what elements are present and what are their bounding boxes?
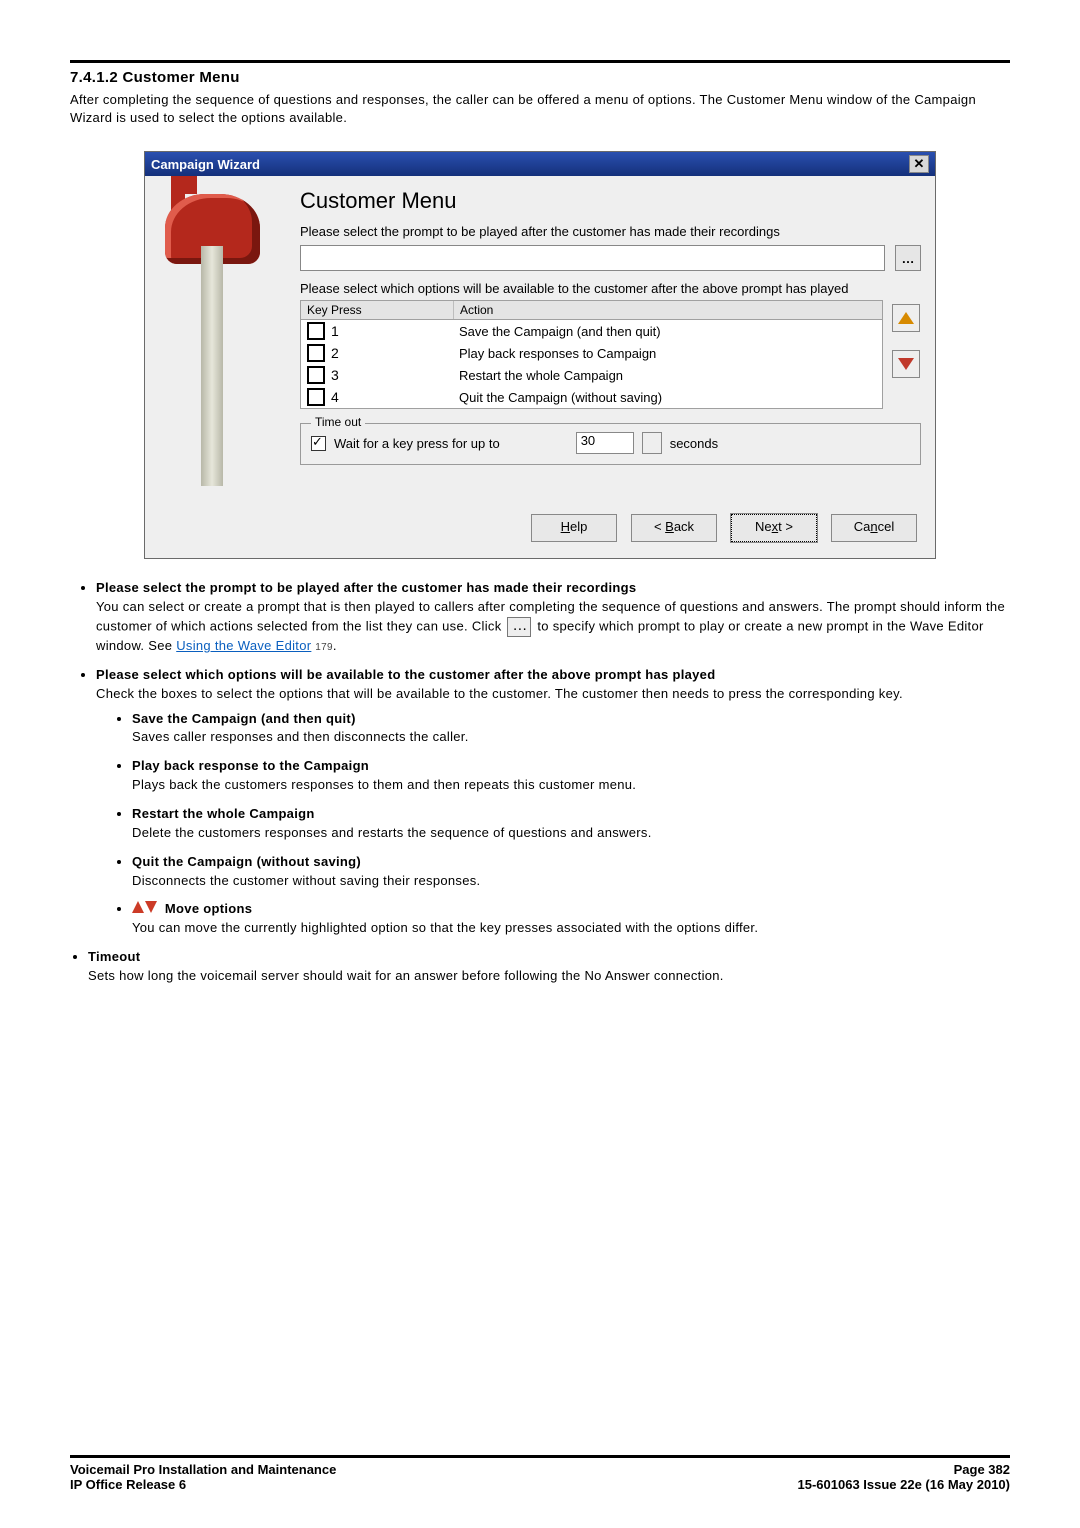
close-icon[interactable]: ✕ xyxy=(909,155,929,173)
action-value: Quit the Campaign (without saving) xyxy=(453,388,882,407)
timeout-unit: seconds xyxy=(670,436,718,451)
timeout-spin[interactable] xyxy=(642,432,662,454)
para-title: Timeout xyxy=(88,949,140,964)
top-rule xyxy=(70,60,1010,63)
prompt-field[interactable] xyxy=(300,245,885,271)
arrow-up-icon xyxy=(898,312,914,324)
dialog-titlebar: Campaign Wizard ✕ xyxy=(145,152,935,176)
para-text: Sets how long the voicemail server shoul… xyxy=(88,968,724,983)
sub-text: Plays back the customers responses to th… xyxy=(132,777,636,792)
sub-text: You can move the currently highlighted o… xyxy=(132,920,758,935)
options-label: Please select which options will be avai… xyxy=(300,281,921,296)
sub-text: Delete the customers responses and resta… xyxy=(132,825,652,840)
table-row[interactable]: 4 Quit the Campaign (without saving) xyxy=(301,386,882,408)
wave-editor-link[interactable]: Using the Wave Editor xyxy=(176,638,311,653)
timeout-legend: Time out xyxy=(311,415,365,429)
sub-text: Saves caller responses and then disconne… xyxy=(132,729,469,744)
table-row[interactable]: 1 Save the Campaign (and then quit) xyxy=(301,320,882,342)
checkbox[interactable] xyxy=(307,344,325,362)
checkbox[interactable] xyxy=(307,366,325,384)
dialog-title: Campaign Wizard xyxy=(151,157,909,172)
section-heading: 7.4.1.2 Customer Menu xyxy=(70,69,1010,87)
footer-left-2: IP Office Release 6 xyxy=(70,1477,186,1492)
page-footer: Voicemail Pro Installation and Maintenan… xyxy=(70,1455,1010,1492)
browse-prompt-button[interactable]: … xyxy=(895,245,921,271)
timeout-checkbox[interactable] xyxy=(311,436,326,451)
keypress-value: 3 xyxy=(331,367,339,383)
sub-title: Restart the whole Campaign xyxy=(132,806,315,821)
cancel-button[interactable]: Cancel xyxy=(831,514,917,542)
browse-icon xyxy=(507,617,531,637)
options-header: Key Press Action xyxy=(300,300,883,320)
intro-paragraph: After completing the sequence of questio… xyxy=(70,91,1010,127)
timeout-fieldset: Time out Wait for a key press for up to … xyxy=(300,423,921,465)
next-button[interactable]: Next > xyxy=(731,514,817,542)
section-title: Customer Menu xyxy=(122,69,239,86)
para-title: Please select the prompt to be played af… xyxy=(96,580,636,595)
move-arrows-icon xyxy=(132,900,157,919)
move-up-button[interactable] xyxy=(892,304,920,332)
help-button[interactable]: Help xyxy=(531,514,617,542)
arrow-down-icon xyxy=(898,358,914,370)
table-row[interactable]: 2 Play back responses to Campaign xyxy=(301,342,882,364)
keypress-value: 1 xyxy=(331,323,339,339)
sub-title: Save the Campaign (and then quit) xyxy=(132,711,356,726)
table-row[interactable]: 3 Restart the whole Campaign xyxy=(301,364,882,386)
sub-title: Quit the Campaign (without saving) xyxy=(132,854,361,869)
action-value: Restart the whole Campaign xyxy=(453,366,882,385)
footer-right-2: 15-601063 Issue 22e (16 May 2010) xyxy=(798,1477,1011,1492)
document-page: 7.4.1.2 Customer Menu After completing t… xyxy=(0,0,1080,1528)
mailbox-icon xyxy=(155,186,265,486)
move-down-button[interactable] xyxy=(892,350,920,378)
keypress-value: 4 xyxy=(331,389,339,405)
campaign-wizard-dialog: Campaign Wizard ✕ Customer Menu Please s… xyxy=(144,151,936,559)
prompt-select-label: Please select the prompt to be played af… xyxy=(300,224,921,239)
col-action: Action xyxy=(454,301,882,319)
footer-left-1: Voicemail Pro Installation and Maintenan… xyxy=(70,1462,336,1477)
timeout-label: Wait for a key press for up to xyxy=(334,436,500,451)
page-ref: 179 xyxy=(315,642,333,653)
action-value: Play back responses to Campaign xyxy=(453,344,882,363)
dialog-heading: Customer Menu xyxy=(300,188,921,214)
sub-title: Move options xyxy=(165,901,252,916)
sub-title: Play back response to the Campaign xyxy=(132,758,369,773)
para-title: Please select which options will be avai… xyxy=(96,667,715,682)
wizard-graphic xyxy=(145,176,300,496)
keypress-value: 2 xyxy=(331,345,339,361)
checkbox[interactable] xyxy=(307,388,325,406)
col-keypress: Key Press xyxy=(301,301,454,319)
footer-right-1: Page 382 xyxy=(954,1462,1010,1477)
section-number: 7.4.1.2 xyxy=(70,69,118,86)
sub-text: Disconnects the customer without saving … xyxy=(132,873,480,888)
body-copy: Please select the prompt to be played af… xyxy=(70,579,1010,985)
para-text: Check the boxes to select the options th… xyxy=(96,686,903,701)
timeout-input[interactable]: 30 xyxy=(576,432,634,454)
action-value: Save the Campaign (and then quit) xyxy=(453,322,882,341)
checkbox[interactable] xyxy=(307,322,325,340)
back-button[interactable]: < Back xyxy=(631,514,717,542)
